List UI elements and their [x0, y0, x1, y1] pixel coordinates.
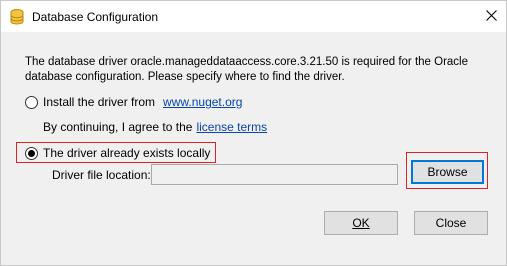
window-close-button[interactable]	[477, 3, 505, 30]
ok-button-label: OK	[352, 216, 370, 230]
install-driver-label: Install the driver from	[43, 95, 156, 109]
nuget-link[interactable]: www.nuget.org	[163, 95, 242, 109]
agreement-text: By continuing, I agree to the	[43, 120, 193, 134]
install-driver-radio[interactable]	[25, 95, 38, 109]
license-terms-link[interactable]: license terms	[196, 120, 267, 134]
local-driver-label: The driver already exists locally	[43, 146, 211, 160]
database-configuration-dialog: Database Configuration The database driv…	[0, 0, 507, 266]
agreement-row: By continuing, I agree to the license te…	[43, 120, 267, 134]
install-option-row: Install the driver from www.nuget.org	[25, 95, 242, 109]
close-icon	[485, 9, 497, 24]
local-driver-radio[interactable]	[25, 146, 38, 160]
local-option-row: The driver already exists locally	[25, 146, 210, 160]
title-bar: Database Configuration	[1, 1, 506, 32]
close-button[interactable]: Close	[414, 211, 488, 235]
browse-button[interactable]: Browse	[411, 160, 484, 184]
driver-description: The database driver oracle.manageddataac…	[25, 56, 469, 83]
database-icon	[10, 9, 24, 25]
ok-button[interactable]: OK	[324, 211, 398, 235]
window-title: Database Configuration	[32, 10, 159, 24]
driver-location-label: Driver file location:	[52, 168, 151, 182]
driver-location-input[interactable]	[151, 164, 398, 185]
